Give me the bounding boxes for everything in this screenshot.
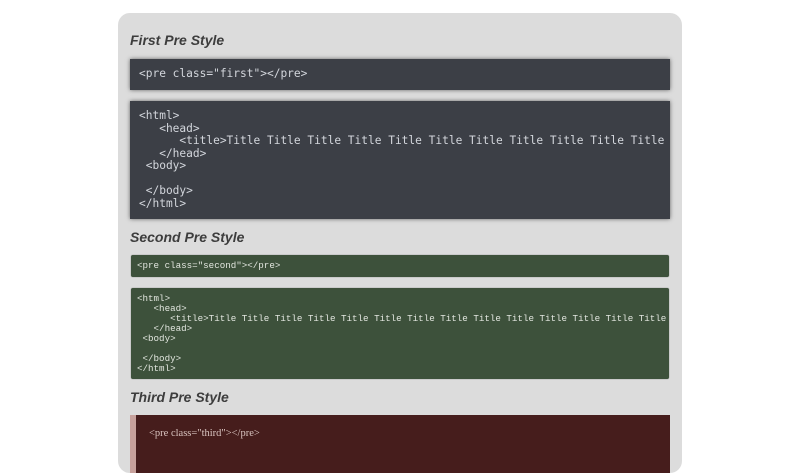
first-pre-code-block: <html> <head> <title>Title Title Title T… [130, 101, 670, 219]
second-pre-tag-block: <pre class="second"></pre> [131, 255, 669, 277]
third-pre-style-heading: Third Pre Style [130, 389, 229, 405]
second-pre-style-heading: Second Pre Style [130, 229, 245, 245]
first-pre-tag-block: <pre class="first"></pre> [130, 59, 670, 90]
content-panel: First Pre Style <pre class="first"></pre… [118, 13, 682, 473]
second-pre-code-block: <html> <head> <title>Title Title Title T… [131, 288, 669, 379]
third-pre-tag-block: <pre class="third"></pre> [130, 415, 670, 473]
first-pre-style-heading: First Pre Style [130, 32, 225, 48]
